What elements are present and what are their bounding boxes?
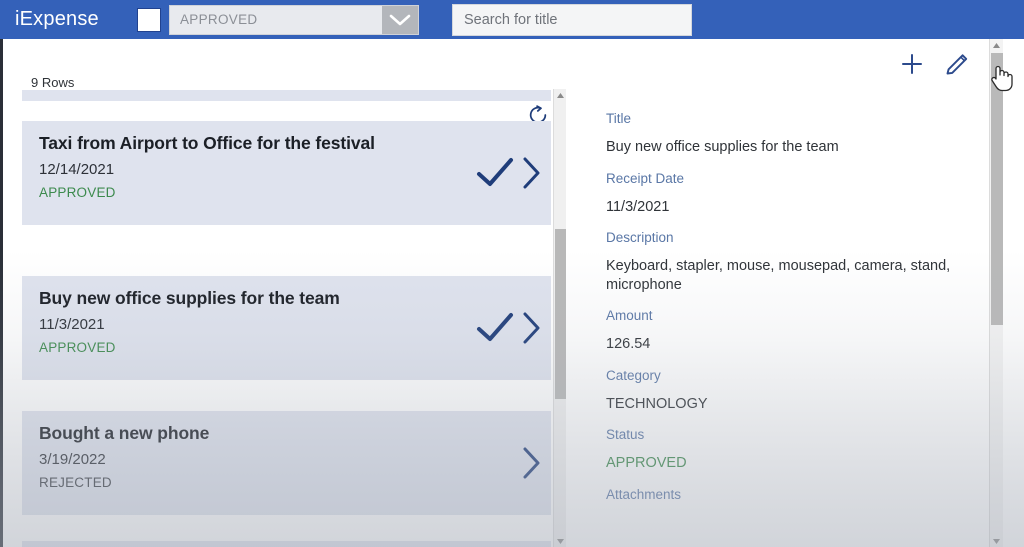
expense-item-icons xyxy=(521,411,551,515)
scroll-down-icon[interactable] xyxy=(554,535,567,547)
expense-item-title: Buy new office supplies for the team xyxy=(39,288,340,308)
search-input-placeholder: Search for title xyxy=(464,11,558,28)
expense-list-item[interactable]: Buy new office supplies for the team 11/3… xyxy=(22,276,551,380)
detail-field-value: APPROVED xyxy=(606,455,687,472)
list-scrollbar[interactable] xyxy=(553,89,566,547)
detail-field-label: Receipt Date xyxy=(606,170,685,186)
expense-list-item[interactable]: Cab ride to client meeting xyxy=(22,541,551,547)
detail-field: Receipt Date 11/3/2021 xyxy=(606,157,968,217)
status-filter-dropdown[interactable]: APPROVED xyxy=(169,4,419,35)
iexpense-app-window: iExpense APPROVED Search for title 9 Row… xyxy=(0,0,1024,547)
expense-item-status: REJECTED xyxy=(39,475,112,490)
expense-item-date: 11/3/2021 xyxy=(39,316,105,333)
scroll-up-icon[interactable] xyxy=(554,89,567,101)
expense-list-scroll-area[interactable]: Taxi from Airport to Office for the fest… xyxy=(3,101,568,547)
expense-list-item[interactable]: Bought a new phone 3/19/2022 REJECTED xyxy=(22,411,551,515)
detail-field-value: 126.54 xyxy=(606,336,651,353)
expense-item-icons xyxy=(475,276,551,380)
expense-item-date: 12/14/2021 xyxy=(39,161,115,178)
detail-scroll-down-icon[interactable] xyxy=(990,535,1003,547)
content-area: 9 Rows Taxi from Airport to Office for t… xyxy=(0,39,1024,547)
expense-list-item[interactable]: Taxi from Airport to Office for the fest… xyxy=(22,121,551,225)
detail-scroll-up-icon[interactable] xyxy=(990,39,1003,51)
detail-field-label: Status xyxy=(606,427,645,443)
expense-item-text: Buy new office supplies for the team 11/3… xyxy=(22,276,475,380)
expense-item-title: Taxi from Airport to Office for the fest… xyxy=(39,133,375,153)
expense-item-status: APPROVED xyxy=(39,340,116,355)
detail-field-label: Title xyxy=(606,111,632,126)
detail-field: Title Buy new office supplies for the tea… xyxy=(606,97,968,157)
detail-field: Status APPROVED xyxy=(606,413,968,473)
detail-field-label: Category xyxy=(606,367,661,383)
detail-scrollbar[interactable] xyxy=(989,39,1003,547)
detail-field-value: 11/3/2021 xyxy=(606,198,670,215)
chevron-right-icon[interactable] xyxy=(521,156,543,190)
expense-list-pane: 9 Rows Taxi from Airport to Office for t… xyxy=(3,39,568,547)
expense-item-icons xyxy=(475,541,551,547)
detail-field-value: Keyboard, stapler, mouse, mousepad, came… xyxy=(606,258,951,293)
search-input[interactable]: Search for title xyxy=(452,3,692,36)
detail-field-value: TECHNOLOGY xyxy=(606,395,708,412)
expense-item-text: Bought a new phone 3/19/2022 REJECTED xyxy=(22,411,521,515)
expense-item-icons xyxy=(475,121,551,225)
status-filter-value: APPROVED xyxy=(180,12,258,27)
detail-field: Category TECHNOLOGY xyxy=(606,354,968,414)
detail-field: Amount 126.54 xyxy=(606,294,968,354)
status-filter-checkbox[interactable] xyxy=(137,7,161,32)
expense-item-title: Bought a new phone xyxy=(39,423,210,443)
plus-icon[interactable] xyxy=(900,52,924,76)
list-header-strip xyxy=(22,90,551,101)
expense-item-date: 3/19/2022 xyxy=(39,451,106,468)
app-header-bar: iExpense APPROVED Search for title xyxy=(0,0,1024,39)
expense-item-text: Cab ride to client meeting xyxy=(22,541,475,547)
expense-detail-pane: Title Buy new office supplies for the tea… xyxy=(568,39,1024,547)
expense-detail-fields: Title Buy new office supplies for the tea… xyxy=(568,89,988,547)
list-scrollbar-thumb[interactable] xyxy=(555,229,566,399)
chevron-right-icon[interactable] xyxy=(521,311,543,345)
chevron-right-icon[interactable] xyxy=(521,446,543,480)
detail-scrollbar-thumb[interactable] xyxy=(991,53,1003,325)
check-icon[interactable] xyxy=(475,311,515,345)
pencil-icon[interactable] xyxy=(944,51,970,77)
detail-field-value: Buy new office supplies for the team xyxy=(606,139,839,155)
check-icon[interactable] xyxy=(475,156,515,190)
detail-field: Description Keyboard, stapler, mouse, mou… xyxy=(606,216,968,294)
detail-field-label: Attachments xyxy=(606,486,682,502)
expense-item-status: APPROVED xyxy=(39,185,116,200)
rows-count-label: 9 Rows xyxy=(31,75,75,90)
detail-field-label: Amount xyxy=(606,308,653,324)
expense-item-text: Taxi from Airport to Office for the fest… xyxy=(22,121,475,225)
chevron-down-icon[interactable] xyxy=(382,5,418,34)
app-title: iExpense xyxy=(15,8,99,30)
detail-field-label: Description xyxy=(606,230,674,246)
detail-field: Attachments xyxy=(606,473,968,514)
detail-action-bar xyxy=(568,39,988,89)
